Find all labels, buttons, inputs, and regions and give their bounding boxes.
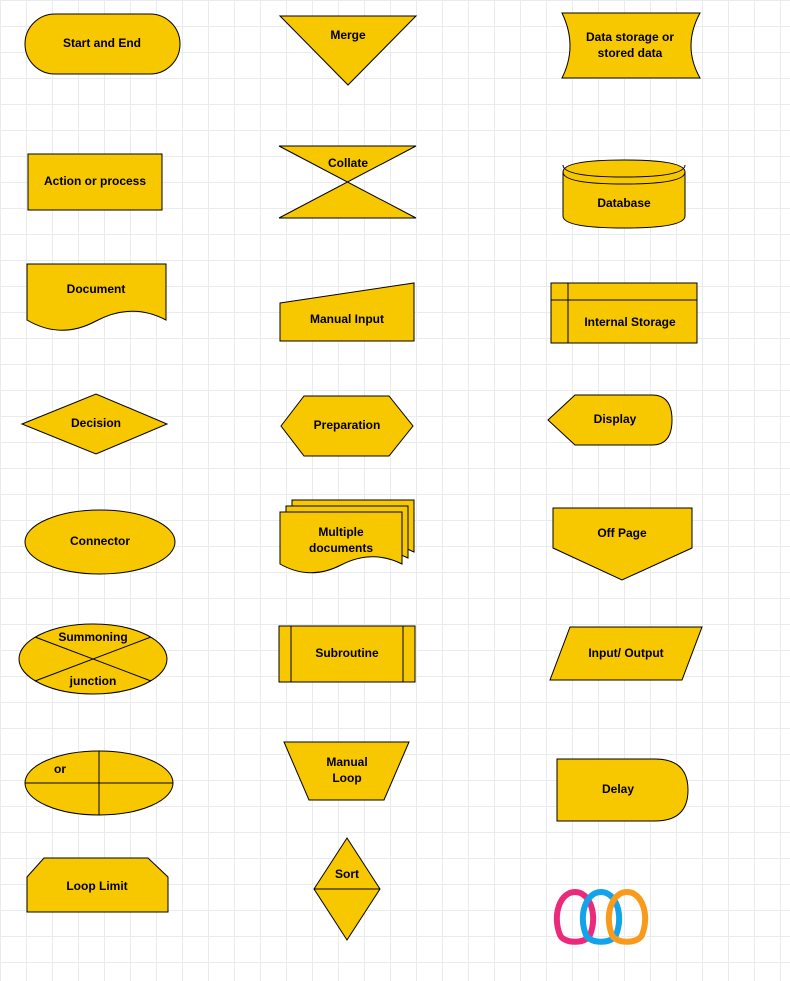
shape-manual-loop: Manual Loop (284, 742, 409, 800)
label-summoning-2: junction (69, 674, 117, 688)
label-sort: Sort (335, 867, 359, 881)
label-decision: Decision (71, 416, 121, 430)
shape-subroutine: Subroutine (279, 626, 415, 682)
shape-collate: Collate (279, 146, 416, 218)
label-internal-storage: Internal Storage (584, 315, 676, 329)
label-multiple-docs-2: documents (309, 541, 373, 555)
label-start-end: Start and End (63, 36, 141, 50)
shape-summoning-junction: Summoning junction (19, 624, 167, 694)
shape-data-storage: Data storage or stored data (562, 13, 700, 78)
shape-sort: Sort (314, 838, 380, 940)
label-delay: Delay (602, 782, 634, 796)
shape-display: Display (548, 395, 672, 445)
shape-delay: Delay (557, 759, 688, 821)
label-off-page: Off Page (597, 526, 647, 540)
label-connector: Connector (70, 534, 130, 548)
label-or: or (54, 762, 66, 776)
label-data-storage-2: stored data (598, 46, 663, 60)
shape-database: Database (563, 160, 685, 228)
label-manual-loop-1: Manual (326, 755, 367, 769)
label-manual-input: Manual Input (310, 312, 384, 326)
shape-manual-input: Manual Input (280, 283, 414, 341)
shape-input-output: Input/ Output (550, 627, 702, 680)
diagram-canvas: Start and End Merge Data storage or stor… (0, 0, 790, 981)
shape-multiple-documents: Multiple documents (280, 500, 414, 573)
shape-connector: Connector (25, 510, 175, 574)
label-input-output: Input/ Output (588, 646, 663, 660)
shape-loop-limit: Loop Limit (27, 858, 168, 912)
label-display: Display (594, 412, 637, 426)
label-multiple-docs-1: Multiple (318, 525, 364, 539)
label-loop-limit: Loop Limit (66, 879, 127, 893)
flowchart-legend-svg: Start and End Merge Data storage or stor… (0, 0, 790, 981)
shape-document: Document (27, 264, 166, 330)
label-manual-loop-2: Loop (332, 771, 361, 785)
label-summoning-1: Summoning (58, 630, 127, 644)
label-data-storage-1: Data storage or (586, 30, 674, 44)
shape-internal-storage: Internal Storage (551, 283, 697, 343)
shape-decision: Decision (22, 394, 167, 454)
label-action-process: Action or process (44, 174, 146, 188)
label-database: Database (597, 196, 651, 210)
label-preparation: Preparation (314, 418, 381, 432)
shape-start-end: Start and End (25, 14, 180, 74)
label-collate: Collate (328, 156, 368, 170)
shape-merge: Merge (280, 16, 416, 85)
shape-off-page: Off Page (553, 508, 692, 580)
shape-preparation: Preparation (281, 396, 413, 456)
shape-or: or (25, 751, 173, 815)
shape-action-process: Action or process (28, 154, 162, 210)
brand-logo-icon (557, 892, 645, 942)
label-merge: Merge (330, 28, 366, 42)
label-document: Document (67, 282, 126, 296)
label-subroutine: Subroutine (315, 646, 379, 660)
